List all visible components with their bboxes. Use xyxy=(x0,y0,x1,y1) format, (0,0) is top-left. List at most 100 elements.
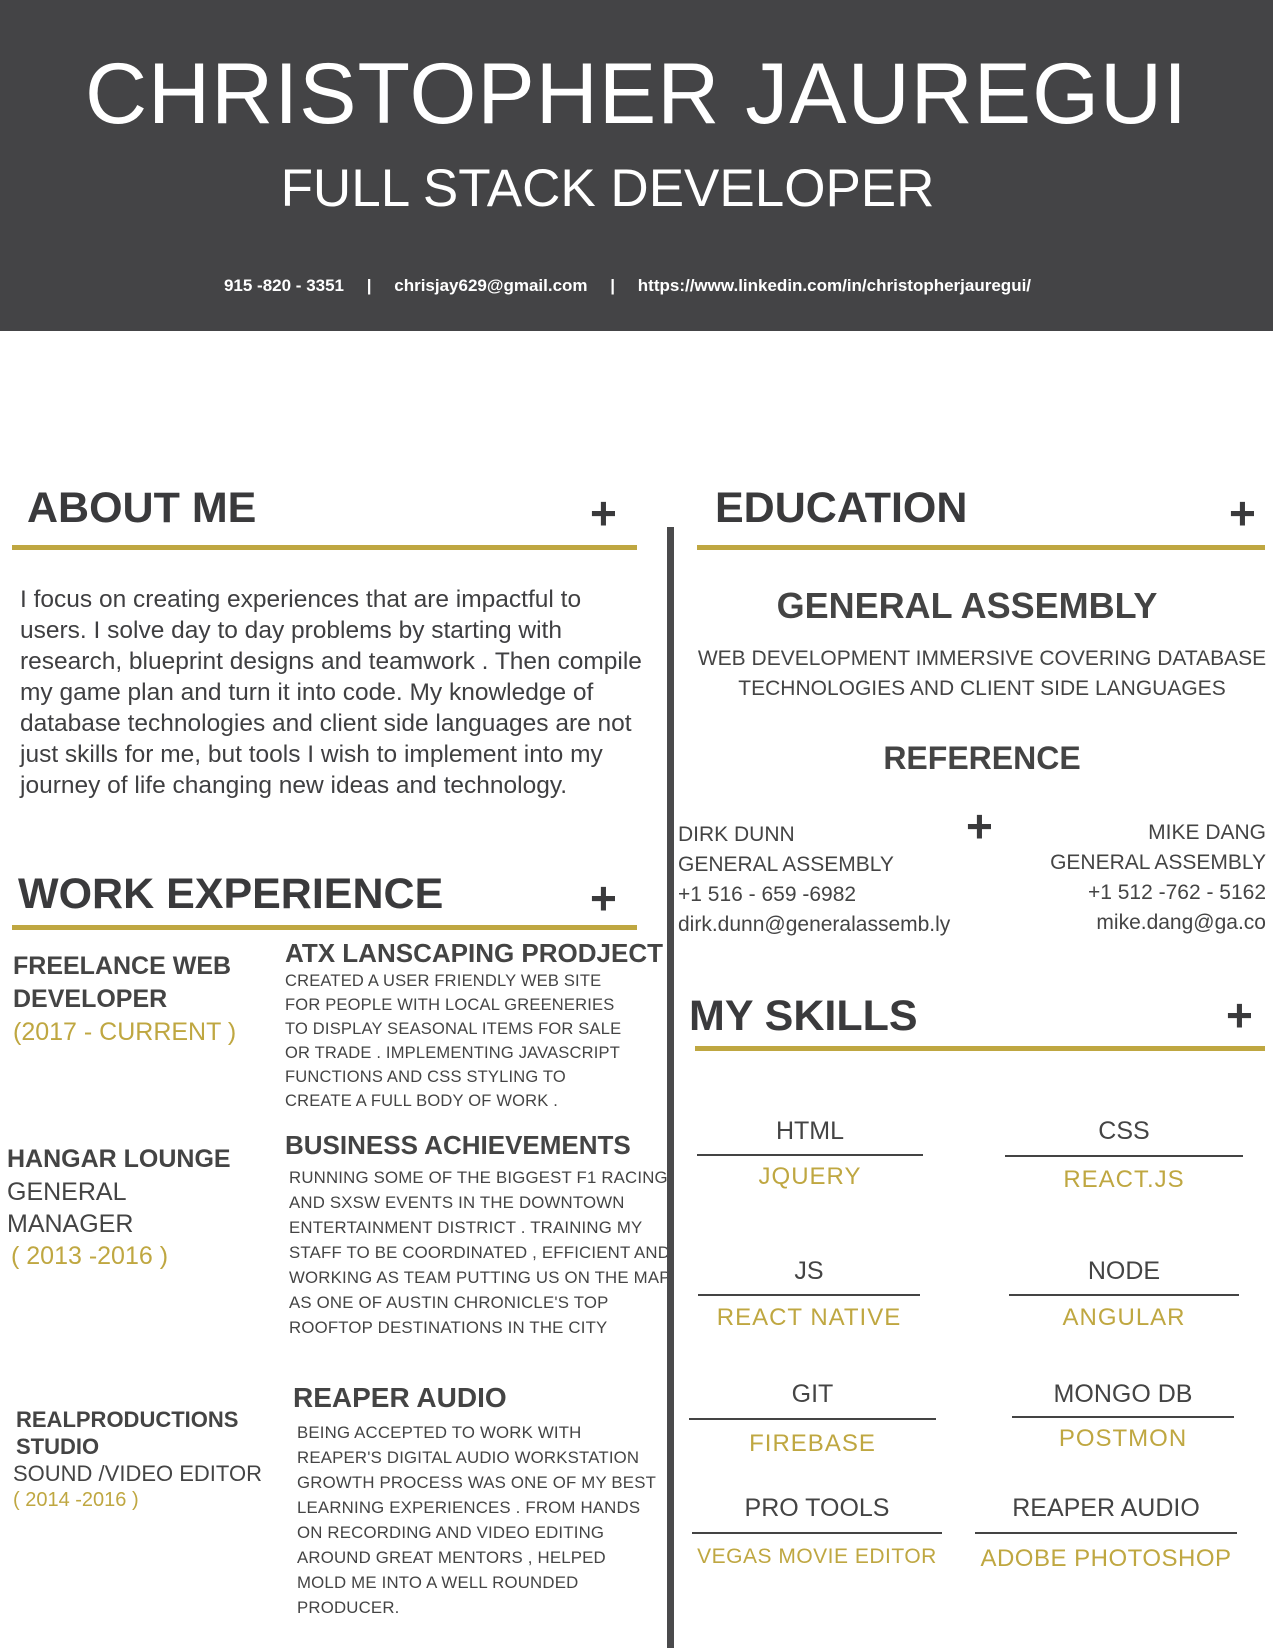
project-desc-line: FUNCTIONS AND CSS STYLING TO xyxy=(285,1068,566,1086)
email-link[interactable]: chrisjay629@gmail.com xyxy=(394,276,587,295)
skill-name: JS xyxy=(794,1257,824,1285)
about-rule xyxy=(12,545,637,550)
project-desc-line: GROWTH PROCESS WAS ONE OF MY BEST xyxy=(297,1473,657,1492)
skill-divider xyxy=(1009,1294,1239,1296)
job-title: STUDIO xyxy=(16,1434,100,1459)
project-desc-line: CREATED A USER FRIENDLY WEB SITE xyxy=(285,972,602,990)
job-hangar: HANGAR LOUNGE GENERAL MANAGER ( 2013 -20… xyxy=(7,1143,231,1272)
column-divider xyxy=(667,527,674,1648)
project-desc-line: AROUND GREAT MENTORS , HELPED xyxy=(297,1548,606,1567)
skill-divider xyxy=(975,1532,1237,1534)
skill-divider xyxy=(1012,1416,1234,1418)
job-dates: (2017 - CURRENT ) xyxy=(13,1018,237,1046)
work-title: WORK EXPERIENCE xyxy=(18,870,444,918)
reference-mike: MIKE DANG GENERAL ASSEMBLY +1 512 -762 -… xyxy=(1000,818,1266,938)
skill-divider xyxy=(1005,1155,1243,1157)
project-desc-line: MOLD ME INTO A WELL ROUNDED xyxy=(297,1573,579,1592)
reference-org: GENERAL ASSEMBLY xyxy=(678,853,894,876)
job-subtitle: SOUND /VIDEO EDITOR xyxy=(13,1461,262,1486)
education-plus-icon: + xyxy=(1229,487,1256,539)
reference-name: DIRK DUNN xyxy=(678,823,795,846)
job-dates: ( 2014 -2016 ) xyxy=(13,1489,139,1511)
reference-title: REFERENCE xyxy=(883,740,1081,776)
contact-separator: | xyxy=(366,276,372,295)
skill-divider xyxy=(689,1418,936,1420)
reference-phone: +1 516 - 659 -6982 xyxy=(678,883,857,906)
about-line: journey of life changing new ideas and t… xyxy=(20,772,568,799)
linkedin-link[interactable]: https://www.linkedin.com/in/christopherj… xyxy=(638,276,1031,295)
skill-name: CSS xyxy=(1098,1117,1150,1145)
project-business: BUSINESS ACHIEVEMENTS RUNNING SOME OF TH… xyxy=(285,1130,671,1340)
project-desc-line: REAPER'S DIGITAL AUDIO WORKSTATION xyxy=(297,1448,640,1467)
skill-sub: JQUERY xyxy=(758,1163,862,1190)
reference-dirk: DIRK DUNN GENERAL ASSEMBLY +1 516 - 659 … xyxy=(678,820,950,940)
reference-name: MIKE DANG xyxy=(1148,821,1266,844)
project-desc-line: ON RECORDING AND VIDEO EDITING xyxy=(297,1523,605,1542)
phone-number: 915 -820 - 3351 xyxy=(223,276,345,295)
job-realproductions: REALPRODUCTIONS STUDIO SOUND /VIDEO EDIT… xyxy=(13,1406,262,1514)
project-desc-line: PRODUCER. xyxy=(297,1598,400,1617)
job-title: DEVELOPER xyxy=(13,985,168,1013)
job-freelance: FREELANCE WEB DEVELOPER (2017 - CURRENT … xyxy=(13,950,236,1048)
school-name: GENERAL ASSEMBLY xyxy=(776,585,1158,626)
project-desc-line: RUNNING SOME OF THE BIGGEST F1 RACING xyxy=(289,1168,668,1187)
project-desc-line: OR TRADE . IMPLEMENTING JAVASCRIPT xyxy=(285,1044,621,1062)
project-desc-line: ROOFTOP DESTINATIONS IN THE CITY xyxy=(289,1318,608,1337)
skill-divider xyxy=(692,1532,942,1534)
project-atx: ATX LANSCAPING PRODJECT CREATED A USER F… xyxy=(285,938,663,1113)
job-title: REALPRODUCTIONS xyxy=(16,1407,239,1432)
project-title: REAPER AUDIO xyxy=(293,1382,507,1413)
about-line: I focus on creating experiences that are… xyxy=(20,586,582,613)
project-desc-line: ENTERTAINMENT DISTRICT . TRAINING MY xyxy=(289,1218,643,1237)
reference-email[interactable]: dirk.dunn@generalassemb.ly xyxy=(678,910,950,940)
about-title: ABOUT ME xyxy=(27,484,257,532)
job-subtitle: GENERAL xyxy=(7,1178,127,1206)
skill-sub: ADOBE PHOTOSHOP xyxy=(980,1545,1232,1572)
project-desc-line: BEING ACCEPTED TO WORK WITH xyxy=(297,1423,582,1442)
education-rule xyxy=(697,545,1265,550)
skill-name: HTML xyxy=(775,1117,845,1145)
contact-line: 915 -820 - 3351 | chrisjay629@gmail.com … xyxy=(0,276,1255,296)
skill-divider xyxy=(697,1154,923,1156)
skill-sub: ANGULAR xyxy=(1062,1304,1186,1331)
work-plus-icon: + xyxy=(590,872,617,924)
project-desc-line: WORKING AS TEAM PUTTING US ON THE MAP xyxy=(289,1268,671,1287)
skills-plus-icon: + xyxy=(1226,989,1253,1041)
skill-name: MONGO DB xyxy=(1053,1380,1193,1408)
project-desc-line: STAFF TO BE COORDINATED , EFFICIENT AND xyxy=(289,1243,671,1262)
skill-name: NODE xyxy=(1087,1257,1161,1285)
about-line: just skills for me, but tools I wish to … xyxy=(20,741,603,768)
person-name: CHRISTOPHER JAUREGUI xyxy=(84,46,1189,142)
skill-sub: REACT NATIVE xyxy=(716,1304,902,1331)
project-title: ATX LANSCAPING PRODJECT xyxy=(285,938,663,968)
education-title: EDUCATION xyxy=(715,484,968,532)
job-dates: ( 2013 -2016 ) xyxy=(11,1242,169,1270)
skill-sub: VEGAS MOVIE EDITOR xyxy=(697,1545,937,1568)
reference-phone: +1 512 -762 - 5162 xyxy=(1087,881,1266,904)
education-desc-line: WEB DEVELOPMENT IMMERSIVE COVERING DATAB… xyxy=(697,647,1267,670)
skills-title: MY SKILLS xyxy=(689,992,918,1040)
job-subtitle: MANAGER xyxy=(7,1210,134,1238)
project-desc-line: LEARNING EXPERIENCES . FROM HANDS xyxy=(297,1498,641,1517)
about-line: users. I solve day to day problems by st… xyxy=(20,617,562,644)
project-desc-line: TO DISPLAY SEASONAL ITEMS FOR SALE xyxy=(285,1020,622,1038)
about-line: research, blueprint designs and teamwork… xyxy=(20,648,642,675)
skill-sub: POSTMON xyxy=(1058,1425,1188,1452)
skill-name: GIT xyxy=(791,1380,834,1408)
skill-sub: FIREBASE xyxy=(749,1430,876,1457)
skill-name: PRO TOOLS xyxy=(744,1494,890,1522)
skill-name: REAPER AUDIO xyxy=(1012,1494,1200,1522)
project-desc-line: AS ONE OF AUSTIN CHRONICLE'S TOP xyxy=(289,1293,609,1312)
project-reaper: REAPER AUDIO BEING ACCEPTED TO WORK WITH… xyxy=(293,1382,656,1620)
reference-email[interactable]: mike.dang@ga.co xyxy=(1000,908,1266,938)
project-desc-line: FOR PEOPLE WITH LOCAL GREENERIES xyxy=(285,996,615,1014)
skill-sub: REACT.JS xyxy=(1063,1166,1185,1193)
about-line: my game plan and turn it into code. My k… xyxy=(20,679,594,706)
contact-separator: | xyxy=(610,276,616,295)
skill-divider xyxy=(698,1294,920,1296)
about-text: I focus on creating experiences that are… xyxy=(20,584,670,801)
reference-plus-icon: + xyxy=(966,800,993,852)
about-plus-icon: + xyxy=(590,487,617,539)
job-role: FULL STACK DEVELOPER xyxy=(280,159,935,218)
job-title: HANGAR LOUNGE xyxy=(7,1145,231,1173)
